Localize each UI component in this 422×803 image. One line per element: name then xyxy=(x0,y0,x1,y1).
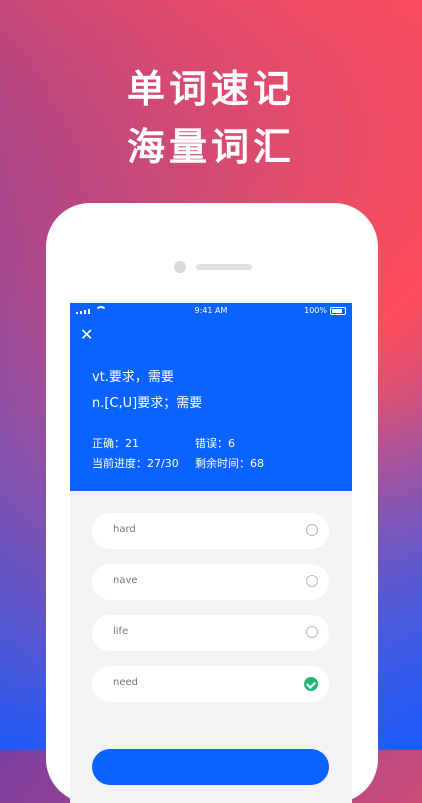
answer-option-4[interactable]: need xyxy=(92,666,329,702)
word-card: 9:41 AM 100% ✕ vt.要求，需要 n.[C,U]要求；需要 正确：… xyxy=(70,303,352,491)
progress-text: 当前进度：27/30 xyxy=(92,457,179,470)
close-icon[interactable]: ✕ xyxy=(80,327,96,343)
radio-unchecked-icon[interactable] xyxy=(306,524,318,536)
app-screen: 9:41 AM 100% ✕ vt.要求，需要 n.[C,U]要求；需要 正确：… xyxy=(70,303,352,803)
phone-frame: 9:41 AM 100% ✕ vt.要求，需要 n.[C,U]要求；需要 正确：… xyxy=(46,203,378,803)
headline-line-1: 单词速记 xyxy=(126,67,295,111)
radio-unchecked-icon[interactable] xyxy=(306,575,318,587)
check-circle-icon[interactable] xyxy=(304,677,318,691)
radio-unchecked-icon[interactable] xyxy=(306,626,318,638)
battery-icon xyxy=(330,306,346,315)
option-label: need xyxy=(113,677,138,688)
definition-line-2: n.[C,U]要求；需要 xyxy=(92,396,203,411)
option-label: life xyxy=(113,626,129,637)
phone-camera xyxy=(174,261,186,273)
definition-line-1: vt.要求，需要 xyxy=(92,370,174,385)
answer-option-2[interactable]: nave xyxy=(92,564,329,600)
time-left: 剩余时间：68 xyxy=(195,457,264,470)
answer-option-1[interactable]: hard xyxy=(92,513,329,549)
phone-speaker xyxy=(196,264,252,270)
option-label: hard xyxy=(113,524,136,535)
option-label: nave xyxy=(113,575,138,586)
headline-line-2: 海量词汇 xyxy=(126,125,295,169)
promo-headline: 单词速记 海量词汇 xyxy=(0,60,422,176)
correct-count: 正确：21 xyxy=(92,437,139,450)
wrong-count: 错误：6 xyxy=(195,437,235,450)
answer-option-3[interactable]: life xyxy=(92,615,329,651)
battery-status: 100% xyxy=(304,306,346,315)
next-button[interactable] xyxy=(92,749,329,785)
battery-percent: 100% xyxy=(304,306,327,315)
status-bar: 9:41 AM 100% xyxy=(70,303,352,319)
